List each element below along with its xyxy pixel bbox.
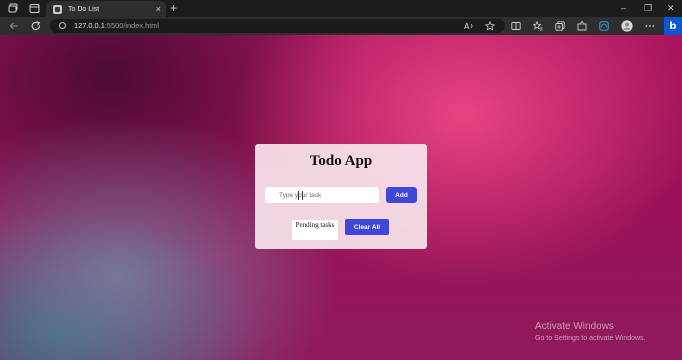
pending-tasks-label: Pending tasks xyxy=(295,221,335,229)
page-viewport: Todo App Add Pending tasks Clear All Act… xyxy=(0,35,682,360)
todo-app-card: Todo App Add Pending tasks Clear All xyxy=(255,144,427,249)
clear-all-button[interactable]: Clear All xyxy=(345,219,389,235)
workspaces-icon[interactable] xyxy=(8,3,19,14)
browser-tab-bar: To Do List × + – ❐ ✕ xyxy=(0,0,682,17)
svg-text:A: A xyxy=(464,22,470,31)
favorites-icon[interactable] xyxy=(533,21,543,31)
tab-title: To Do List xyxy=(68,5,100,13)
watermark-title: Activate Windows xyxy=(535,321,614,332)
favorite-icon[interactable] xyxy=(485,21,495,31)
refresh-icon[interactable] xyxy=(31,21,41,31)
minimize-icon[interactable]: – xyxy=(621,1,626,15)
profile-icon[interactable] xyxy=(621,20,633,32)
window-close-icon[interactable]: ✕ xyxy=(667,1,675,15)
tab-actions-icon[interactable] xyxy=(29,3,40,14)
activate-windows-watermark: Activate Windows Go to Settings to activ… xyxy=(535,321,646,344)
extensions-icon[interactable] xyxy=(577,21,587,31)
task-input[interactable] xyxy=(265,187,379,203)
watermark-subtitle: Go to Settings to activate Windows. xyxy=(535,335,646,342)
collections-icon[interactable] xyxy=(555,21,565,31)
bing-glyph: b xyxy=(669,20,677,32)
add-button[interactable]: Add xyxy=(386,187,417,203)
new-tab-icon[interactable]: + xyxy=(170,1,177,15)
browser-toolbar: 127.0.0.1:5500/index.html A xyxy=(0,17,682,35)
bing-icon[interactable]: b xyxy=(664,17,682,35)
page-favicon-icon xyxy=(53,4,62,14)
text-cursor-icon xyxy=(298,191,303,200)
url-host: 127.0.0.1 xyxy=(74,21,105,30)
restore-icon[interactable]: ❐ xyxy=(644,1,652,15)
back-icon[interactable] xyxy=(9,21,19,31)
browser-tab-todo[interactable]: To Do List × xyxy=(46,1,166,17)
address-bar[interactable]: 127.0.0.1:5500/index.html A xyxy=(50,19,505,33)
split-screen-icon[interactable] xyxy=(511,21,521,31)
tab-close-icon[interactable]: × xyxy=(156,4,161,14)
url-path: :5500/index.html xyxy=(104,21,160,30)
more-icon[interactable] xyxy=(645,21,655,31)
site-info-icon[interactable] xyxy=(59,22,66,29)
performance-icon[interactable] xyxy=(599,21,609,31)
pending-tasks-box: Pending tasks xyxy=(292,220,338,240)
read-aloud-icon[interactable]: A xyxy=(464,21,474,31)
app-title: Todo App xyxy=(309,153,373,169)
address-url: 127.0.0.1:5500/index.html xyxy=(74,20,159,32)
